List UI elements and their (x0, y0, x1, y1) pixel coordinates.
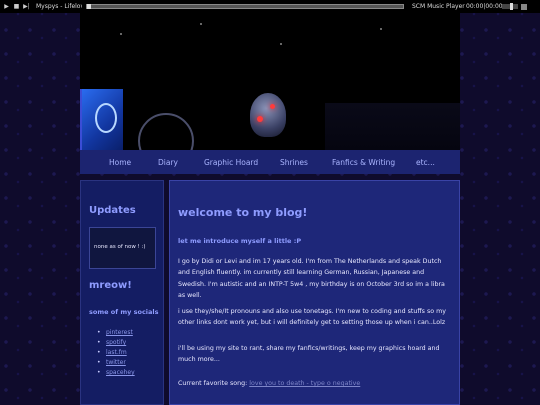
pronouns-paragraph: i use they/she/It pronouns and also use … (178, 308, 446, 327)
volume-knob[interactable] (510, 3, 513, 10)
site-plans-paragraph: i'll be using my site to rant, share my … (178, 345, 440, 364)
nav-fanfics-writing[interactable]: Fanfics & Writing (332, 158, 395, 167)
nav-diary[interactable]: Diary (158, 158, 178, 167)
social-link-twitter[interactable]: twitter (106, 359, 126, 366)
social-link-lastfm[interactable]: last.fm (106, 349, 127, 356)
robot-eye (257, 116, 263, 122)
time-readout: 00:00|00:00 (466, 3, 503, 10)
player-name: SCM Music Player (412, 3, 465, 10)
seek-knob[interactable] (87, 4, 91, 9)
social-link-spacehey[interactable]: spacehey (106, 369, 135, 376)
intro-heading: let me introduce myself a little :P (178, 237, 302, 245)
robot-head-image (250, 93, 286, 137)
main-content: welcome to my blog! let me introduce mys… (169, 180, 460, 405)
song-link[interactable]: love you to death - type o negative (249, 380, 360, 387)
song-label: Current favorite song: (178, 380, 250, 387)
updates-text: none as of now ! :) (94, 244, 146, 250)
social-link-pinterest[interactable]: pinterest (106, 329, 133, 336)
page-title: welcome to my blog! (178, 206, 308, 219)
robot-eye (270, 104, 275, 109)
shuffle-icon[interactable] (521, 3, 527, 10)
header-banner-image (80, 13, 460, 150)
now-playing-label: Myspys - Lifelover (36, 3, 82, 10)
play-icon[interactable]: ▶ (3, 2, 10, 11)
socials-list: pinterest spotify last.fm twitter spaceh… (97, 329, 135, 379)
updates-heading: Updates (89, 205, 136, 216)
next-icon[interactable]: ▶| (23, 2, 30, 11)
list-item: last.fm (97, 349, 135, 359)
seek-bar[interactable] (86, 4, 404, 9)
stop-icon[interactable]: ■ (13, 2, 20, 11)
nav-shrines[interactable]: Shrines (280, 158, 308, 167)
wheel-image (138, 113, 194, 150)
list-item: spotify (97, 339, 135, 349)
volume-slider[interactable] (502, 3, 518, 10)
mreow-heading: mreow! (89, 280, 132, 291)
monitor-image (80, 89, 123, 150)
list-item: spacehey (97, 369, 135, 379)
favorite-song-line: Current favorite song: love you to death… (178, 378, 454, 389)
sidebar: Updates none as of now ! :) mreow! some … (80, 180, 164, 405)
intro-paragraph: I go by Didi or Levi and im 17 years old… (178, 258, 445, 300)
social-link-spotify[interactable]: spotify (106, 339, 126, 346)
socials-heading: some of my socials (89, 308, 159, 316)
banner-shadow (325, 103, 460, 150)
nav-home[interactable]: Home (109, 158, 131, 167)
list-item: pinterest (97, 329, 135, 339)
main-nav: Home Diary Graphic Hoard Shrines Fanfics… (80, 150, 460, 174)
nav-etc[interactable]: etc... (416, 158, 435, 167)
updates-box: none as of now ! :) (89, 227, 156, 269)
nav-graphic-hoard[interactable]: Graphic Hoard (204, 158, 258, 167)
list-item: twitter (97, 359, 135, 369)
music-player: ▶ ■ ▶| Myspys - Lifelover SCM Music Play… (0, 0, 540, 13)
